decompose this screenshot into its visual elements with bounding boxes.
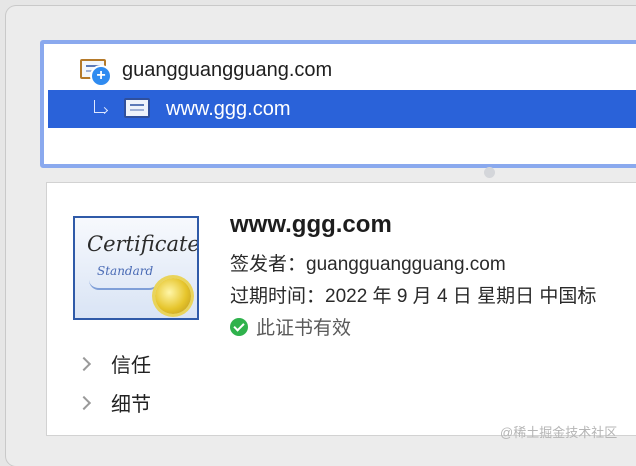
certificate-icon xyxy=(124,98,150,120)
expiry-line: 过期时间：2022 年 9 月 4 日 星期日 中国标 xyxy=(230,281,596,308)
expiry-value: 2022 年 9 月 4 日 星期日 中国标 xyxy=(325,286,597,307)
issuer-label: 签发者： xyxy=(230,254,307,275)
certificate-tree[interactable]: + guangguangguang.com www.ggg.com xyxy=(40,40,636,168)
tree-item-leaf-certificate[interactable]: www.ggg.com xyxy=(48,90,636,128)
chevron-right-icon[interactable] xyxy=(76,395,92,410)
split-view-handle[interactable] xyxy=(484,167,495,178)
add-badge-icon: + xyxy=(90,65,112,87)
trust-label: 信任 xyxy=(111,355,151,377)
chevron-right-icon[interactable] xyxy=(76,356,92,371)
tree-branch-icon xyxy=(88,99,110,119)
details-label: 细节 xyxy=(111,394,151,416)
issuer-line: 签发者：guangguangguang.com xyxy=(230,249,506,276)
certificate-detail-panel: Certificate Standard www.ggg.com 签发者：gua… xyxy=(46,182,636,436)
certificate-icon: + xyxy=(80,59,112,87)
tree-item-root-certificate[interactable]: + guangguangguang.com xyxy=(48,51,636,89)
validity-status: 此证书有效 xyxy=(230,313,351,340)
certificate-title: www.ggg.com xyxy=(230,211,392,238)
validity-text: 此证书有效 xyxy=(256,318,352,339)
tree-item-label: guangguangguang.com xyxy=(122,58,333,81)
certificate-large-icon: Certificate Standard xyxy=(73,216,199,320)
details-disclosure[interactable]: 细节 xyxy=(76,388,151,417)
tree-item-label: www.ggg.com xyxy=(166,97,291,120)
expiry-label: 过期时间： xyxy=(230,286,326,307)
check-circle-icon xyxy=(230,317,248,336)
trust-disclosure[interactable]: 信任 xyxy=(76,349,151,378)
issuer-value: guangguangguang.com xyxy=(306,254,506,275)
watermark: @稀土掘金技术社区 xyxy=(500,425,618,440)
